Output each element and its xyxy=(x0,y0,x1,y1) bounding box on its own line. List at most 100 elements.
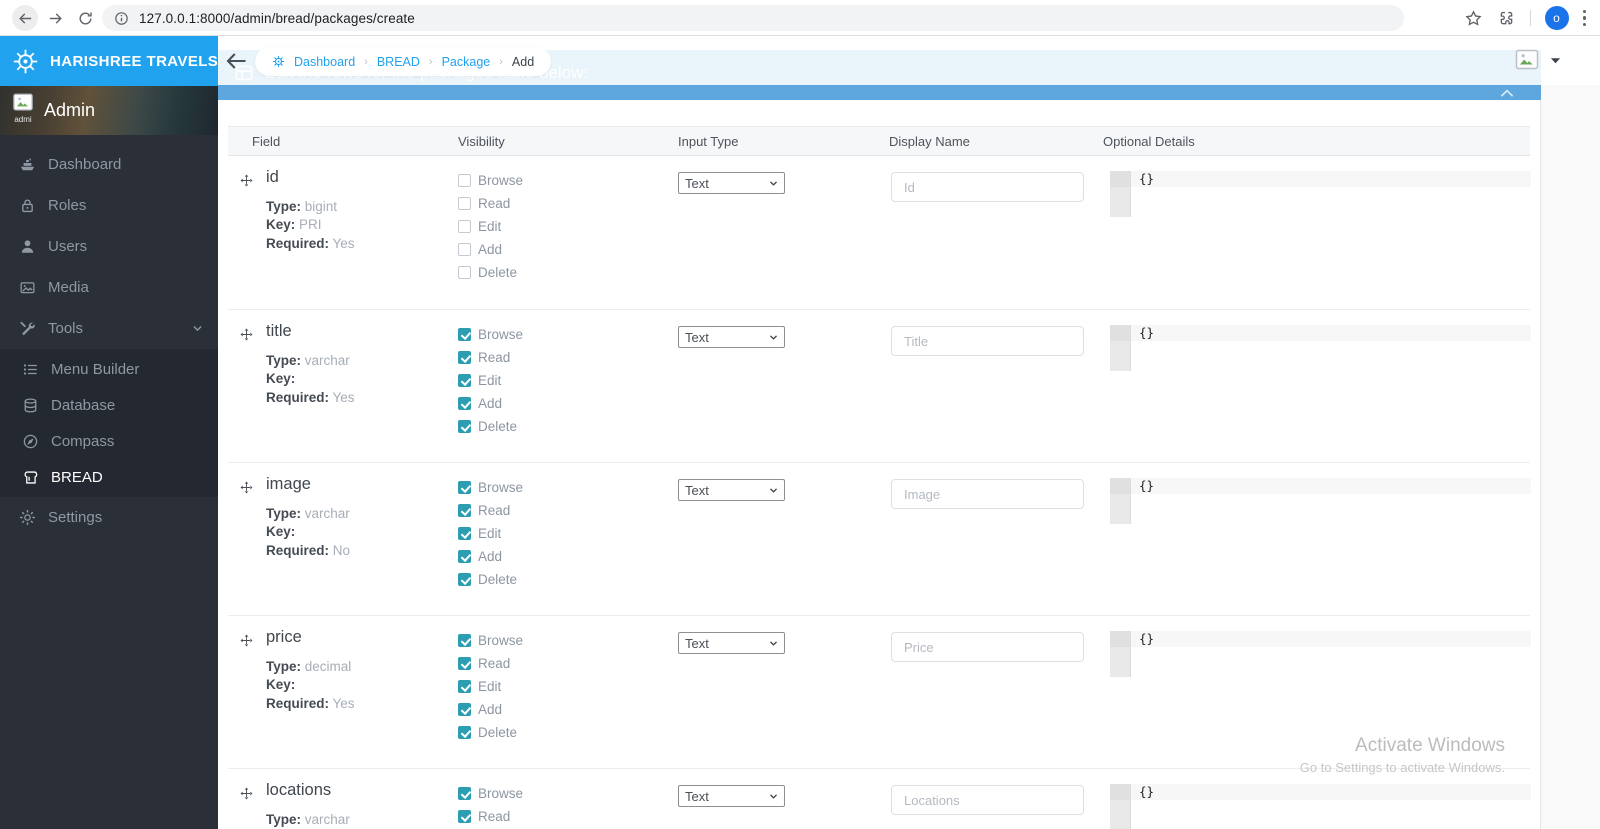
editor-active-line: {} xyxy=(1131,784,1531,800)
visibility-checkbox-read[interactable]: Read xyxy=(458,192,523,215)
checkbox-checked-icon xyxy=(458,787,471,800)
brand-header[interactable]: HARISHREE TRAVELS xyxy=(0,36,218,86)
optional-details-editor[interactable]: {} xyxy=(1110,325,1531,371)
visibility-checkbox-browse[interactable]: Browse xyxy=(458,323,523,346)
display-name-input[interactable] xyxy=(891,632,1084,662)
move-handle-icon[interactable] xyxy=(240,174,253,187)
navbar-user-menu[interactable] xyxy=(1514,49,1561,71)
browser-forward-button[interactable] xyxy=(42,5,68,31)
visibility-checkbox-browse[interactable]: Browse xyxy=(458,629,523,652)
field-name: price xyxy=(266,628,302,646)
user-icon xyxy=(18,238,36,256)
visibility-checkbox-browse[interactable]: Browse xyxy=(458,782,523,805)
visibility-checkbox-browse[interactable]: Browse xyxy=(458,169,523,192)
visibility-checkbox-add[interactable]: Add xyxy=(458,545,523,568)
brand-name: HARISHREE TRAVELS xyxy=(50,52,219,70)
field-meta: Type: bigint Key: PRI Required: Yes xyxy=(266,199,355,251)
input-type-select[interactable]: Text xyxy=(678,632,785,654)
visibility-checkbox-delete[interactable]: Delete xyxy=(458,721,523,744)
display-name-input[interactable] xyxy=(891,479,1084,509)
visibility-checkbox-add[interactable]: Add xyxy=(458,238,523,261)
toolbar-separator xyxy=(1529,10,1531,26)
field-name: title xyxy=(266,322,292,340)
sidebar-item-roles[interactable]: Roles xyxy=(0,185,218,226)
optional-details-editor[interactable]: {} xyxy=(1110,478,1531,524)
optional-details-editor[interactable]: {} xyxy=(1110,171,1531,217)
move-handle-icon[interactable] xyxy=(240,634,253,647)
field-name: image xyxy=(266,475,311,493)
visibility-checkbox-add[interactable]: Add xyxy=(458,392,523,415)
panel-collapse-icon[interactable] xyxy=(1499,87,1515,99)
browser-menu-icon[interactable] xyxy=(1582,9,1586,27)
editor-active-line: {} xyxy=(1131,631,1531,647)
sidebar-item-settings[interactable]: Settings xyxy=(0,497,218,538)
visibility-checkbox-read[interactable]: Read xyxy=(458,499,523,522)
move-handle-icon[interactable] xyxy=(240,787,253,800)
bookmark-star-icon[interactable] xyxy=(1464,9,1483,28)
visibility-checkbox-add[interactable]: Add xyxy=(458,698,523,721)
field-row-locations: locations Type: varcharKey: Required: Yes… xyxy=(228,768,1531,829)
visibility-group: BrowseReadEditAddDelete xyxy=(458,169,523,284)
chevron-down-icon xyxy=(770,487,777,493)
move-handle-icon[interactable] xyxy=(240,481,253,494)
visibility-checkbox-edit[interactable]: Edit xyxy=(458,215,523,238)
checkbox-checked-icon xyxy=(458,397,471,410)
sidebar-item-label: Users xyxy=(48,238,88,255)
checkbox-checked-icon xyxy=(458,634,471,647)
display-name-input[interactable] xyxy=(891,785,1084,815)
display-name-input[interactable] xyxy=(891,172,1084,202)
input-type-select[interactable]: Text xyxy=(678,479,785,501)
input-type-select[interactable]: Text xyxy=(678,172,785,194)
sidebar-item-label: Roles xyxy=(48,197,87,214)
extensions-icon[interactable] xyxy=(1497,9,1516,28)
chevron-down-icon xyxy=(770,334,777,340)
breadcrumb-dashboard[interactable]: Dashboard xyxy=(294,55,355,69)
sidebar-item-users[interactable]: Users xyxy=(0,226,218,267)
editor-gutter xyxy=(1110,478,1131,524)
visibility-checkbox-delete[interactable]: Delete xyxy=(458,261,523,284)
browser-back-button[interactable] xyxy=(12,5,38,31)
field-rows: id Type: bigint Key: PRI Required: Yes Brows… xyxy=(228,156,1531,829)
compass-icon xyxy=(21,432,39,450)
sidebar-item-tools[interactable]: Tools xyxy=(0,308,218,349)
visibility-checkbox-delete[interactable]: Delete xyxy=(458,415,523,438)
visibility-checkbox-read[interactable]: Read xyxy=(458,652,523,675)
sidebar-item-label: Menu Builder xyxy=(51,360,140,378)
browser-profile-avatar[interactable]: o xyxy=(1544,6,1569,30)
field-name: locations xyxy=(266,781,332,799)
visibility-checkbox-edit[interactable]: Edit xyxy=(458,369,523,392)
visibility-checkbox-edit[interactable]: Edit xyxy=(458,522,523,545)
visibility-checkbox-edit[interactable]: Edit xyxy=(458,675,523,698)
visibility-checkbox-read[interactable]: Read xyxy=(458,805,523,828)
editor-gutter xyxy=(1110,325,1131,371)
sidebar-item-menu-builder[interactable]: Menu Builder xyxy=(0,351,218,387)
visibility-checkbox-read[interactable]: Read xyxy=(458,346,523,369)
url-bar[interactable]: 127.0.0.1:8000/admin/bread/packages/crea… xyxy=(102,5,1404,31)
field-meta: Type: varchar Key: Required: No xyxy=(266,506,351,558)
optional-details-editor[interactable]: {} xyxy=(1110,784,1531,829)
editor-active-line: {} xyxy=(1131,171,1531,187)
page-back-arrow[interactable] xyxy=(224,49,248,73)
visibility-checkbox-browse[interactable]: Browse xyxy=(458,476,523,499)
site-info-icon[interactable] xyxy=(114,11,129,26)
browser-reload-button[interactable] xyxy=(72,5,98,31)
editor-gutter xyxy=(1110,784,1131,829)
input-type-select[interactable]: Text xyxy=(678,326,785,348)
breadcrumb-bread[interactable]: BREAD xyxy=(377,55,420,69)
display-name-input[interactable] xyxy=(891,326,1084,356)
breadcrumb-package[interactable]: Package xyxy=(442,55,491,69)
chevron-down-icon xyxy=(770,640,777,646)
user-profile[interactable]: admi Admin xyxy=(0,86,218,135)
sidebar-item-compass[interactable]: Compass xyxy=(0,423,218,459)
visibility-checkbox-delete[interactable]: Delete xyxy=(458,568,523,591)
move-handle-icon[interactable] xyxy=(240,328,253,341)
sidebar-item-database[interactable]: Database xyxy=(0,387,218,423)
sidebar-item-bread[interactable]: BREAD xyxy=(0,459,218,495)
sidebar-item-dashboard[interactable]: Dashboard xyxy=(0,144,218,185)
breadcrumb: Dashboard › BREAD › Package › Add xyxy=(255,47,552,76)
optional-details-editor[interactable]: {} xyxy=(1110,631,1531,677)
checkbox-checked-icon xyxy=(458,374,471,387)
sidebar-item-media[interactable]: Media xyxy=(0,267,218,308)
column-header-field: Field xyxy=(252,134,281,149)
input-type-select[interactable]: Text xyxy=(678,785,785,807)
